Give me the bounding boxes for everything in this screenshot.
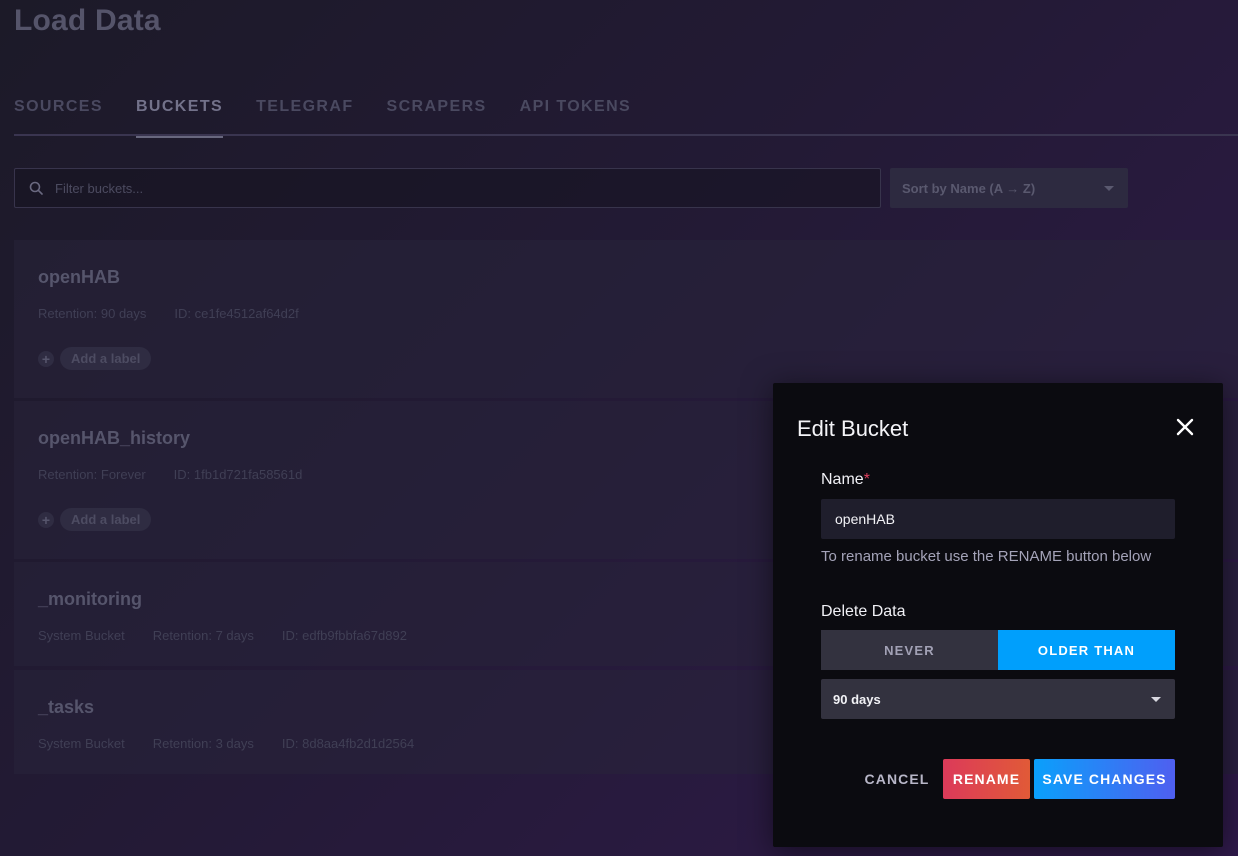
bucket-id: ID: 1fb1d721fa58561d xyxy=(173,467,303,482)
bucket-retention: Retention: 90 days xyxy=(38,306,147,321)
bucket-name-input[interactable] xyxy=(821,499,1175,539)
bucket-name[interactable]: _monitoring xyxy=(38,589,142,610)
bucket-meta: System Bucket Retention: 3 days ID: 8d8a… xyxy=(38,736,442,751)
filter-bar xyxy=(14,168,881,208)
chevron-down-icon xyxy=(1151,696,1161,702)
bucket-meta: Retention: Forever ID: 1fb1d721fa58561d xyxy=(38,467,330,482)
retention-period-value: 90 days xyxy=(833,691,881,707)
bucket-id: ID: 8d8aa4fb2d1d2564 xyxy=(281,736,415,751)
page-title: Load Data xyxy=(14,4,161,37)
bucket-retention: Retention: Forever xyxy=(38,467,146,482)
edit-bucket-dialog: Edit Bucket Name* To rename bucket use t… xyxy=(773,383,1223,847)
rename-button[interactable]: RENAME xyxy=(943,759,1030,799)
search-icon xyxy=(29,181,43,195)
save-changes-button[interactable]: SAVE CHANGES xyxy=(1034,759,1175,799)
plus-icon[interactable]: + xyxy=(38,350,54,367)
bucket-name[interactable]: openHAB_history xyxy=(38,428,190,449)
cancel-button[interactable]: CANCEL xyxy=(861,759,933,799)
dialog-actions: CANCEL RENAME SAVE CHANGES xyxy=(773,759,1223,799)
system-bucket-badge: System Bucket xyxy=(38,736,125,751)
bucket-name[interactable]: _tasks xyxy=(38,697,94,718)
add-label-button[interactable]: Add a label xyxy=(60,347,152,370)
sort-dropdown[interactable]: Sort by Name (A → Z) xyxy=(890,168,1128,208)
bucket-id: ID: ce1fe4512af64d2f xyxy=(174,306,299,321)
older-than-option-button[interactable]: OLDER THAN xyxy=(998,630,1175,670)
bucket-retention: Retention: 7 days xyxy=(152,628,254,643)
filter-buckets-input[interactable] xyxy=(55,180,880,196)
sort-label: Sort by Name (A → Z) xyxy=(902,180,1036,196)
system-bucket-badge: System Bucket xyxy=(38,628,125,643)
required-mark: * xyxy=(863,471,870,488)
bucket-meta: Retention: 90 days ID: ce1fe4512af64d2f xyxy=(38,306,327,321)
page: Load Data SOURCES BUCKETS TELEGRAF SCRAP… xyxy=(0,0,1238,856)
chevron-down-icon xyxy=(1104,185,1114,191)
rename-help-text: To rename bucket use the RENAME button b… xyxy=(821,548,1152,565)
close-icon[interactable] xyxy=(1175,417,1195,437)
name-field-label: Name* xyxy=(821,471,870,489)
label-row: + Add a label xyxy=(38,347,152,370)
tab-bar: SOURCES BUCKETS TELEGRAF SCRAPERS API TO… xyxy=(14,96,1238,138)
dialog-title: Edit Bucket xyxy=(797,416,909,441)
bucket-card-openhab[interactable]: openHAB Retention: 90 days ID: ce1fe4512… xyxy=(14,240,1238,398)
tab-api-tokens[interactable]: API TOKENS xyxy=(520,96,632,136)
bucket-id: ID: edfb9fbbfa67d892 xyxy=(281,628,407,643)
tab-buckets[interactable]: BUCKETS xyxy=(135,96,224,138)
delete-data-label: Delete Data xyxy=(821,603,906,620)
label-row: + Add a label xyxy=(38,508,152,531)
plus-icon[interactable]: + xyxy=(38,511,54,528)
name-label-text: Name xyxy=(821,471,864,488)
bucket-name[interactable]: openHAB xyxy=(38,267,120,288)
tab-sources[interactable]: SOURCES xyxy=(14,96,103,136)
bucket-meta: System Bucket Retention: 7 days ID: edfb… xyxy=(38,628,435,643)
add-label-button[interactable]: Add a label xyxy=(60,508,152,531)
bucket-retention: Retention: 3 days xyxy=(152,736,254,751)
retention-period-dropdown[interactable]: 90 days xyxy=(821,679,1175,719)
delete-data-toggle: NEVER OLDER THAN xyxy=(821,630,1175,670)
tab-telegraf[interactable]: TELEGRAF xyxy=(256,96,353,136)
tab-scrapers[interactable]: SCRAPERS xyxy=(387,96,487,136)
never-option-button[interactable]: NEVER xyxy=(821,630,998,670)
